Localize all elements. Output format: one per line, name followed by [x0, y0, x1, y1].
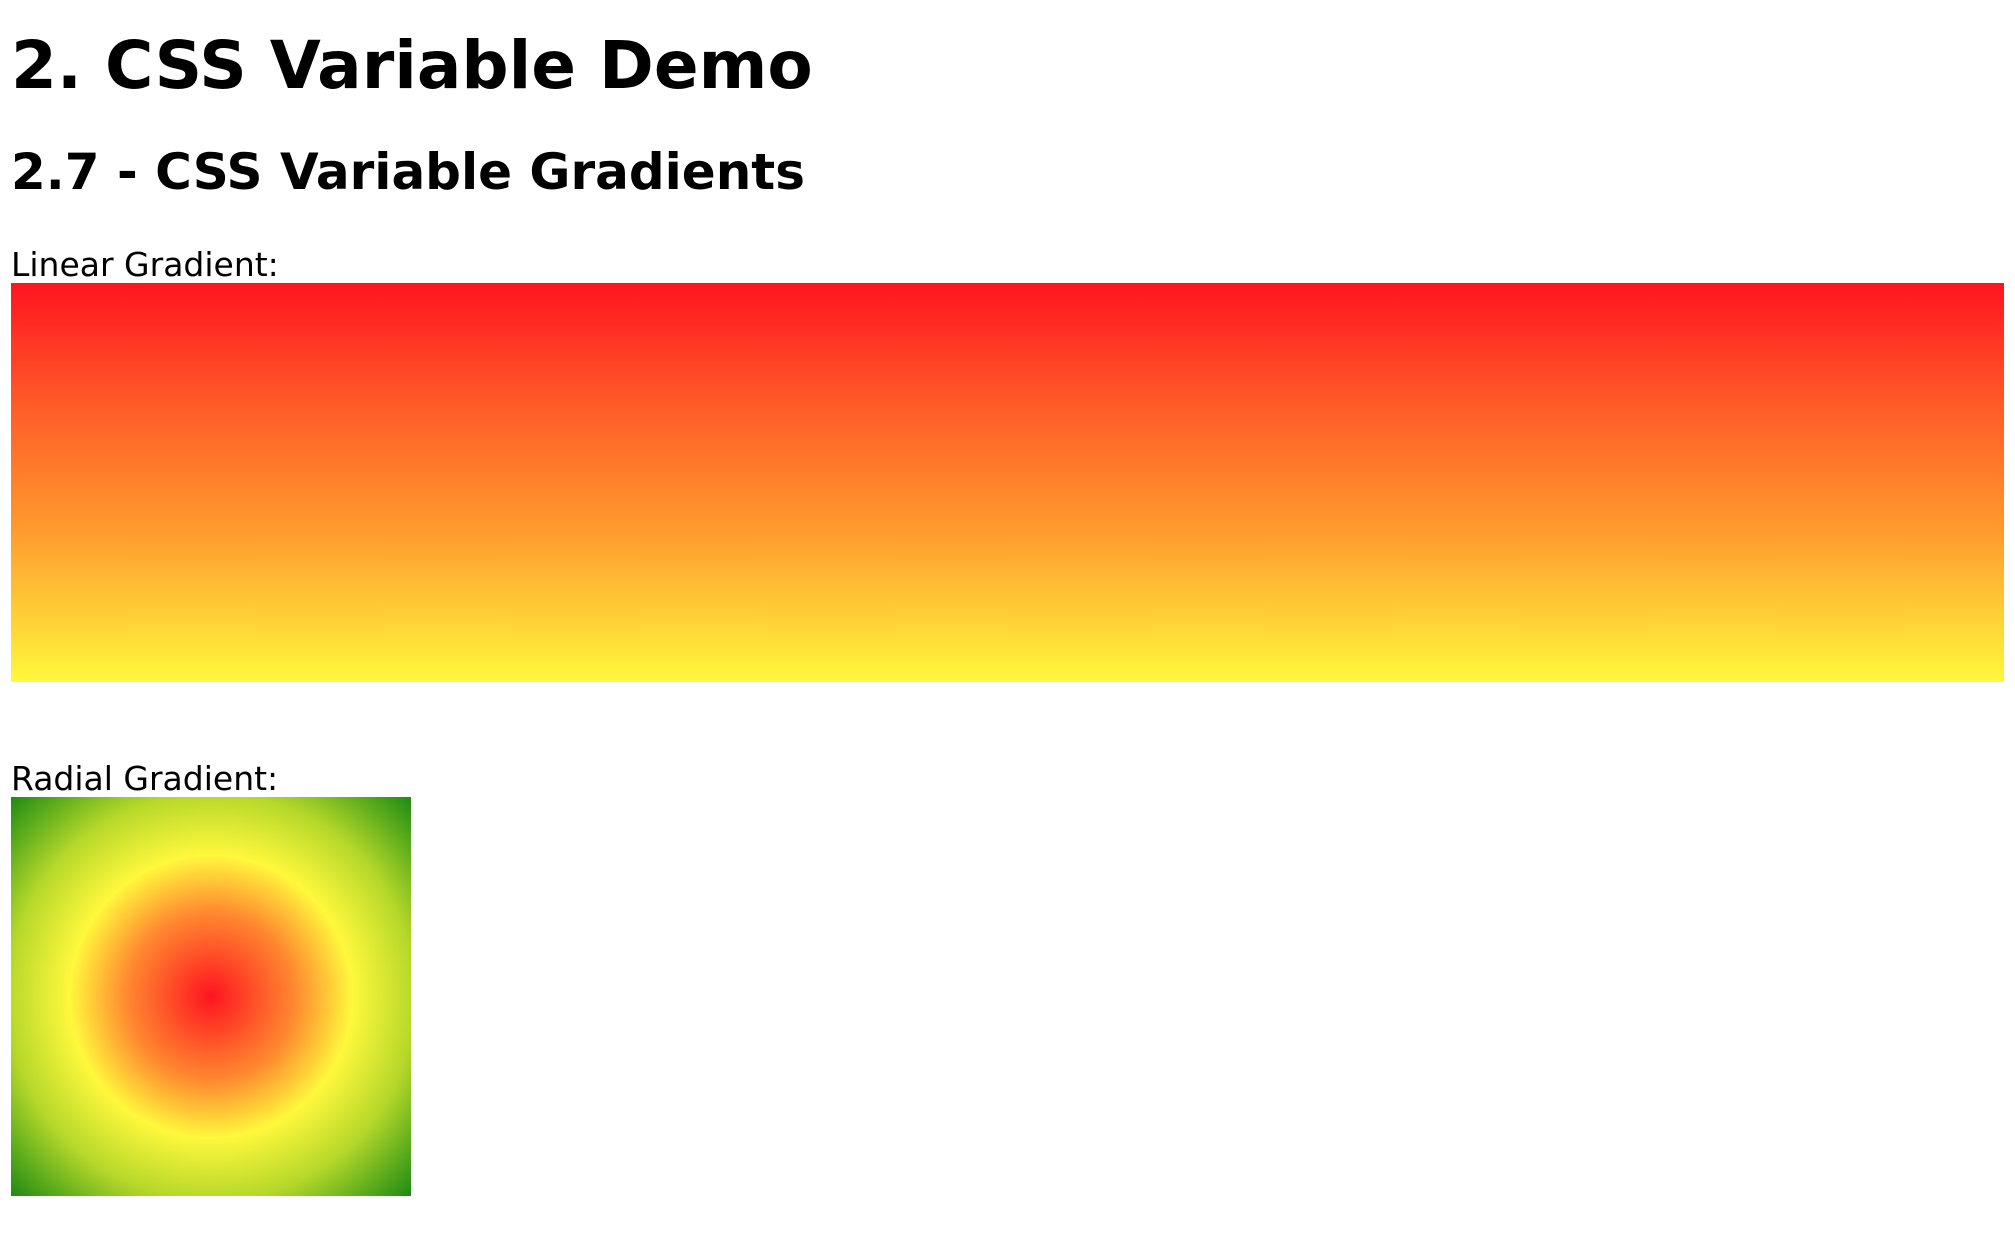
radial-gradient-label: Radial Gradient: — [11, 759, 279, 798]
linear-gradient-label: Linear Gradient: — [11, 245, 279, 284]
radial-gradient-box — [11, 797, 411, 1196]
linear-gradient-box — [11, 283, 2004, 682]
page-title: 2. CSS Variable Demo — [11, 27, 813, 104]
section-title: 2.7 - CSS Variable Gradients — [11, 143, 805, 201]
